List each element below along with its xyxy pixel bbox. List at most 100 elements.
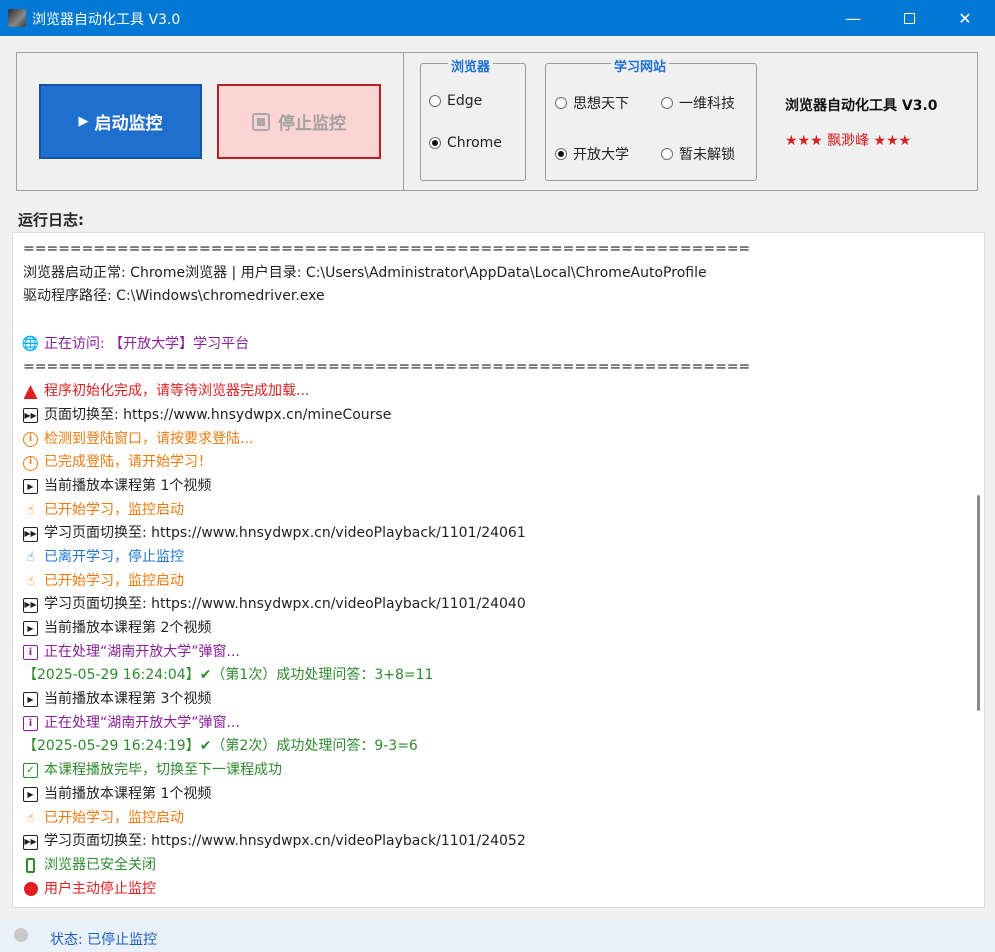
minimize-button[interactable]: — xyxy=(830,0,876,36)
log-line-text: ========================================… xyxy=(23,241,751,257)
hand-point-icon: ☝ xyxy=(26,573,35,589)
scrollbar-thumb[interactable] xyxy=(977,495,980,711)
log-line: ========================================… xyxy=(23,238,966,262)
log-line-text: 程序初始化完成，请等待浏览器完成加载... xyxy=(44,383,310,400)
radio-label: Chrome xyxy=(447,135,502,151)
log-line: ☝ 已开始学习，监控启动 xyxy=(23,570,966,594)
fast-forward-icon: ▶▶ xyxy=(23,526,38,542)
status-bar: 状态: 已停止监控 xyxy=(0,920,995,952)
hand-point-icon: ☝ xyxy=(26,810,35,826)
log-line: 驱动程序路径: C:\Windows\chromedriver.exe xyxy=(23,285,966,309)
log-line: 【2025-05-29 16:24:19】✔（第2次）成功处理问答：9-3=6 xyxy=(23,735,966,759)
radio-label: 开放大学 xyxy=(573,147,629,163)
log-line: ▶ 当前播放本课程第 2个视频 xyxy=(23,617,966,641)
radio-label: Edge xyxy=(447,93,483,109)
log-line-text: 已开始学习，监控启动 xyxy=(44,809,184,826)
radio-edge[interactable]: Edge xyxy=(429,93,482,109)
control-panel: ▶ 启动监控 停止监控 浏览器 Edge Chrome 学习网站 思想天下 一维… xyxy=(16,52,978,191)
log-line: 程序初始化完成，请等待浏览器完成加载... xyxy=(23,380,966,404)
maximize-icon xyxy=(903,12,915,24)
info-circle-icon: i xyxy=(23,431,38,447)
scrollbar[interactable] xyxy=(972,233,984,907)
info-box-icon: i xyxy=(23,716,38,732)
radio-indicator xyxy=(429,95,441,107)
play-icon: ▶ xyxy=(23,787,38,803)
radio-label: 一维科技 xyxy=(679,96,735,112)
browser-group: 浏览器 Edge Chrome xyxy=(420,56,526,181)
log-line: i 正在处理“湖南开放大学”弹窗... xyxy=(23,641,966,665)
status-text: 状态: 已停止监控 xyxy=(50,932,158,948)
maximize-button[interactable] xyxy=(886,0,932,36)
log-line: ▶▶ 学习页面切换至: https://www.hnsydwpx.cn/video… xyxy=(23,522,966,546)
fast-forward-icon: ▶▶ xyxy=(23,408,38,424)
stop-monitor-button[interactable]: 停止监控 xyxy=(217,84,381,159)
log-line: i 检测到登陆窗口，请按要求登陆... xyxy=(23,428,966,452)
log-line-text: 浏览器已安全关闭 xyxy=(44,856,156,873)
log-lines: ========================================… xyxy=(21,238,966,902)
log-line-text: ========================================… xyxy=(23,359,751,376)
app-icon xyxy=(8,9,26,27)
radio-indicator xyxy=(661,97,673,109)
log-panel[interactable]: ========================================… xyxy=(12,232,985,908)
browser-group-title: 浏览器 xyxy=(448,56,494,75)
radio-locked[interactable]: 暂未解锁 xyxy=(661,144,735,164)
play-icon: ▶ xyxy=(78,114,89,129)
log-line: i 正在处理“湖南开放大学”弹窗... xyxy=(23,712,966,736)
hand-point-icon: ☝ xyxy=(26,549,35,565)
log-line-text: 当前播放本课程第 1个视频 xyxy=(44,477,212,494)
stop-icon xyxy=(252,112,270,131)
minimize-icon: — xyxy=(845,8,861,28)
log-line: ☝ 已开始学习，监控启动 xyxy=(23,499,966,523)
log-line: ✓ 本课程播放完毕，切换至下一课程成功 xyxy=(23,759,966,783)
log-line: ☝ 已离开学习，停止监控 xyxy=(23,546,966,570)
log-line: 浏览器已安全关闭 xyxy=(23,854,966,878)
log-line-text: 检测到登陆窗口，请按要求登陆... xyxy=(44,430,254,447)
globe-icon: 🌐 xyxy=(21,335,40,352)
radio-sixiang[interactable]: 思想天下 xyxy=(555,93,629,113)
log-line-text: 浏览器启动正常: Chrome浏览器 | 用户目录: C:\Users\Admi… xyxy=(23,264,707,281)
radio-label: 暂未解锁 xyxy=(679,147,735,163)
close-icon: ✕ xyxy=(958,8,972,28)
radio-label: 思想天下 xyxy=(573,96,629,112)
radio-indicator xyxy=(555,148,567,160)
brand-title: 浏览器自动化工具 V3.0 xyxy=(785,98,938,114)
log-line-text: 正在访问: 【开放大学】学习平台 xyxy=(44,335,250,352)
log-line: ▶▶ 学习页面切换至: https://www.hnsydwpx.cn/video… xyxy=(23,593,966,617)
radio-kaifang[interactable]: 开放大学 xyxy=(555,144,629,164)
log-line-text: 驱动程序路径: C:\Windows\chromedriver.exe xyxy=(23,288,325,305)
hand-point-icon: ☝ xyxy=(26,502,35,518)
log-line-text: 当前播放本课程第 3个视频 xyxy=(44,691,212,708)
status-indicator-icon xyxy=(14,928,28,942)
stop-dot-icon xyxy=(23,882,38,897)
phone-icon xyxy=(23,858,38,874)
log-line-text: 本课程播放完毕，切换至下一课程成功 xyxy=(44,762,282,779)
log-line-text: 用户主动停止监控 xyxy=(44,880,156,897)
log-line: i 已完成登陆，请开始学习！ xyxy=(23,451,966,475)
start-monitor-label: 启动监控 xyxy=(94,114,163,134)
log-line-text: 学习页面切换至: https://www.hnsydwpx.cn/videoPl… xyxy=(44,596,526,613)
log-line-text: 正在处理“湖南开放大学”弹窗... xyxy=(44,643,240,660)
site-group: 学习网站 思想天下 一维科技 开放大学 暂未解锁 xyxy=(545,56,757,181)
play-icon: ▶ xyxy=(23,692,38,708)
log-line: ========================================… xyxy=(23,356,966,380)
start-monitor-button[interactable]: ▶ 启动监控 xyxy=(39,84,202,159)
close-button[interactable]: ✕ xyxy=(942,0,988,36)
stop-monitor-label: 停止监控 xyxy=(278,114,346,134)
log-line: ▶ 当前播放本课程第 1个视频 xyxy=(23,783,966,807)
radio-indicator xyxy=(661,148,673,160)
fast-forward-icon: ▶▶ xyxy=(23,834,38,850)
log-line: 用户主动停止监控 xyxy=(23,878,966,902)
log-line-text: 【2025-05-29 16:24:19】✔（第2次）成功处理问答：9-3=6 xyxy=(23,738,418,755)
radio-chrome[interactable]: Chrome xyxy=(429,135,502,151)
log-line-text: 【2025-05-29 16:24:04】✔（第1次）成功处理问答：3+8=11 xyxy=(23,667,434,684)
log-line-text: 页面切换至: https://www.hnsydwpx.cn/mineCours… xyxy=(44,406,392,423)
alarm-icon xyxy=(23,384,38,399)
title-bar: 浏览器自动化工具 V3.0 — ✕ xyxy=(0,0,995,36)
log-line: ☝ 已开始学习，监控启动 xyxy=(23,807,966,831)
log-line: 🌐 正在访问: 【开放大学】学习平台 xyxy=(21,333,966,357)
radio-yiwei[interactable]: 一维科技 xyxy=(661,93,735,113)
log-line-text: 当前播放本课程第 1个视频 xyxy=(44,785,212,802)
radio-indicator xyxy=(429,137,441,149)
play-icon: ▶ xyxy=(23,479,38,495)
